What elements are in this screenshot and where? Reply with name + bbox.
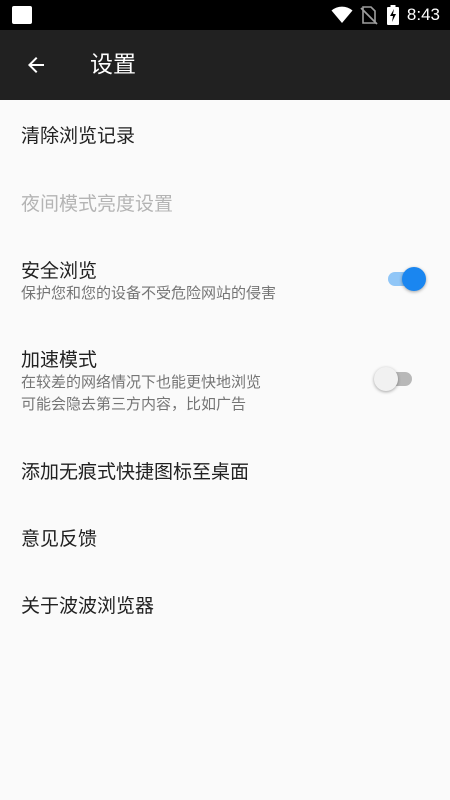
setting-about[interactable]: 关于波波浏览器	[0, 570, 450, 636]
wifi-icon	[331, 6, 353, 23]
setting-title: 夜间模式亮度设置	[21, 193, 174, 215]
toggle-thumb	[402, 267, 426, 291]
status-icons: 8:43	[331, 0, 440, 30]
setting-summary: 保护您和您的设备不受危险网站的侵害	[21, 284, 277, 302]
setting-summary: 可能会隐去第三方内容，比如广告	[21, 395, 247, 413]
arrow-left-icon	[28, 57, 44, 73]
back-button[interactable]	[14, 43, 58, 87]
safe-browsing-toggle[interactable]	[384, 264, 428, 294]
no-sim-icon	[360, 6, 378, 25]
page-title: 设置	[90, 52, 136, 78]
clock: 8:43	[406, 5, 440, 24]
setting-clear-history[interactable]: 清除浏览记录	[0, 100, 450, 168]
app-notification-icon	[12, 6, 32, 24]
app-bar: 设置	[0, 30, 450, 100]
toggle-thumb	[374, 367, 398, 391]
setting-title: 意见反馈	[21, 528, 98, 550]
setting-feedback[interactable]: 意见反馈	[0, 502, 450, 570]
status-bar: 8:43	[0, 0, 450, 30]
setting-summary: 在较差的网络情况下也能更快地浏览	[21, 373, 262, 391]
setting-title: 安全浏览	[21, 260, 98, 282]
setting-title: 关于波波浏览器	[21, 595, 155, 617]
setting-title: 添加无痕式快捷图标至桌面	[21, 461, 250, 483]
setting-title: 清除浏览记录	[21, 125, 136, 147]
setting-speed-mode[interactable]: 加速模式 在较差的网络情况下也能更快地浏览 可能会隐去第三方内容，比如广告	[0, 322, 450, 432]
battery-charging-icon	[386, 5, 399, 25]
setting-safe-browsing[interactable]: 安全浏览 保护您和您的设备不受危险网站的侵害	[0, 234, 450, 322]
setting-title: 加速模式	[21, 349, 98, 371]
speed-mode-toggle[interactable]	[374, 364, 418, 394]
setting-night-brightness: 夜间模式亮度设置	[0, 168, 450, 234]
setting-add-shortcut[interactable]: 添加无痕式快捷图标至桌面	[0, 436, 450, 502]
